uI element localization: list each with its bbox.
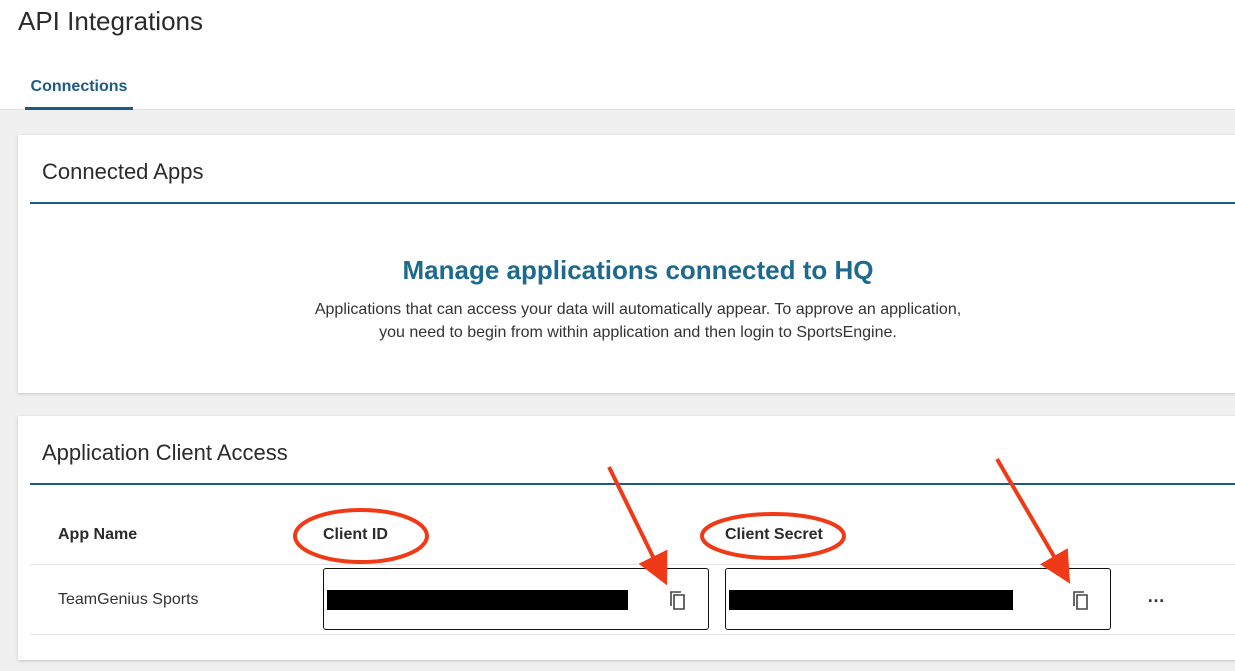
section-divider: [30, 483, 1235, 485]
connected-apps-card: Connected Apps Manage applications conne…: [18, 135, 1235, 393]
client-id-redacted-value: [327, 590, 628, 610]
app-name-cell: TeamGenius Sports: [58, 591, 199, 608]
client-id-field[interactable]: [323, 568, 709, 630]
table-row-divider: [30, 634, 1235, 635]
column-header-client-id: Client ID: [323, 526, 388, 543]
tab-bar: Connections: [0, 60, 1235, 110]
hero-description-line-2: you need to begin from within applicatio…: [379, 324, 897, 341]
page-title: API Integrations: [18, 6, 203, 36]
client-secret-field[interactable]: [725, 568, 1111, 630]
column-header-client-secret: Client Secret: [725, 526, 823, 543]
more-options-button[interactable]: …: [1143, 586, 1169, 612]
hero-title: Manage applications connected to HQ: [402, 255, 874, 285]
client-access-card: Application Client Access App Name Clien…: [18, 416, 1235, 660]
copy-client-secret-icon[interactable]: [1071, 589, 1091, 611]
column-header-app-name: App Name: [58, 526, 138, 543]
hero-description-line-1: Applications that can access your data w…: [314, 301, 962, 318]
client-secret-redacted-value: [729, 590, 1013, 610]
client-access-heading: Application Client Access: [42, 440, 288, 465]
copy-client-id-icon[interactable]: [668, 589, 688, 611]
hero-description: Applications that can access your data w…: [288, 298, 988, 344]
tab-connections[interactable]: Connections: [25, 60, 133, 110]
connected-apps-heading: Connected Apps: [42, 159, 204, 184]
section-divider: [30, 202, 1235, 204]
table-row-divider: [30, 564, 1235, 565]
main-content: Connected Apps Manage applications conne…: [0, 110, 1235, 671]
